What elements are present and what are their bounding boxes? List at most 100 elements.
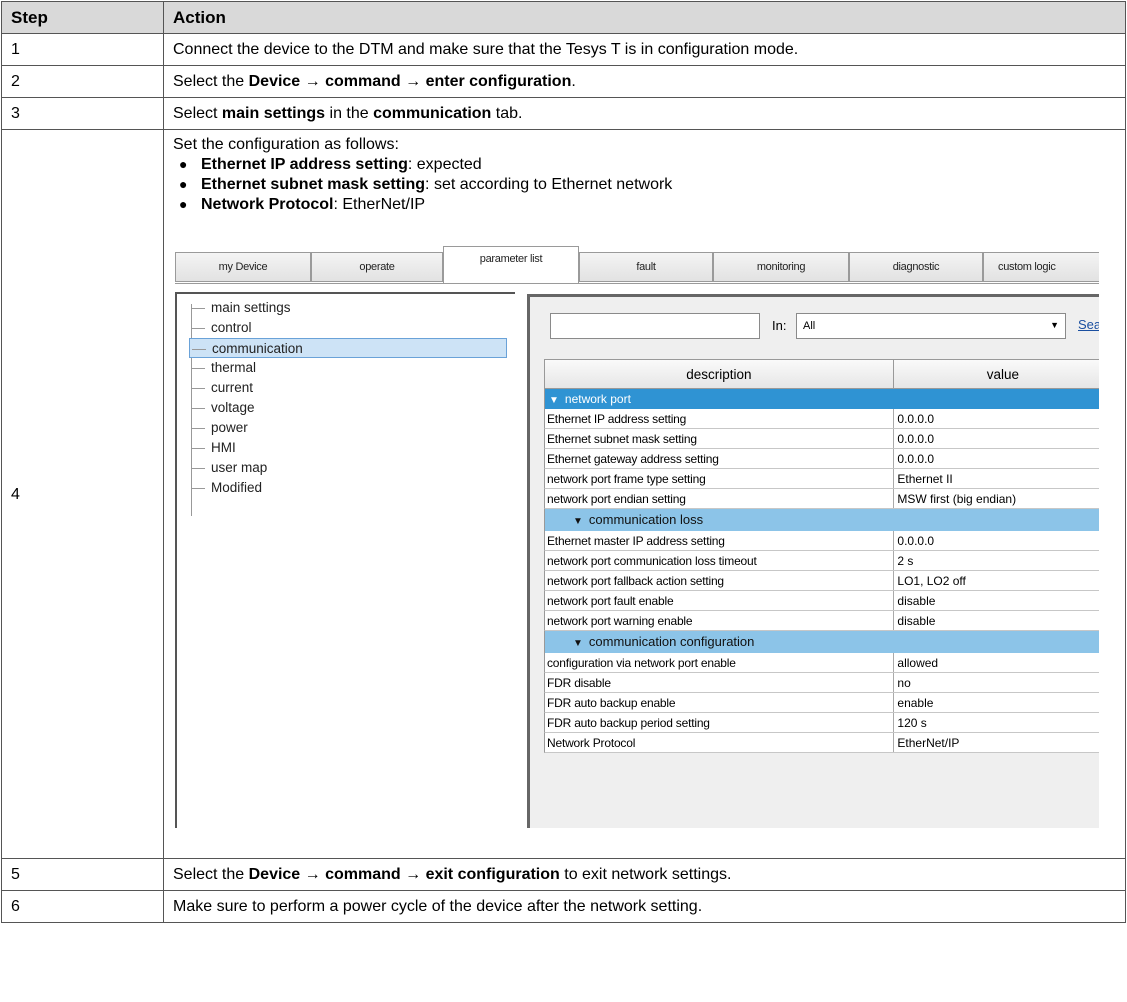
step-intro: Set the configuration as follows: bbox=[173, 136, 399, 153]
parameter-row[interactable]: network port fault enable disable bbox=[544, 591, 1099, 611]
text: Select bbox=[173, 104, 222, 122]
tree-item-voltage[interactable]: voltage bbox=[189, 398, 507, 418]
in-label: In: bbox=[772, 318, 787, 333]
tree-item-modified[interactable]: Modified bbox=[189, 478, 507, 498]
parameter-value[interactable]: 0.0.0.0 bbox=[894, 429, 1099, 448]
tab-parameter-list[interactable]: parameter list bbox=[443, 246, 579, 283]
step-number: 4 bbox=[1, 129, 164, 859]
table-row: 6 Make sure to perform a power cycle of … bbox=[1, 890, 1126, 923]
tree-item-thermal[interactable]: thermal bbox=[189, 358, 507, 378]
table-row: 5 Select the Device → command → exit con… bbox=[1, 858, 1126, 891]
group-network-port[interactable]: ▼ network port bbox=[544, 389, 1099, 409]
step-action: Select main settings in the communicatio… bbox=[163, 97, 1126, 130]
parameter-row[interactable]: FDR auto backup period setting 120 s bbox=[544, 713, 1099, 733]
parameter-row[interactable]: FDR disable no bbox=[544, 673, 1099, 693]
tree-item-main-settings[interactable]: main settings bbox=[189, 298, 507, 318]
parameter-value[interactable]: enable bbox=[894, 693, 1099, 712]
table-row: 4 Set the configuration as follows: Ethe… bbox=[1, 129, 1126, 859]
tab-monitoring[interactable]: monitoring bbox=[713, 252, 849, 282]
text: . bbox=[571, 72, 576, 90]
step-action: Select the Device → command → enter conf… bbox=[163, 65, 1126, 98]
parameter-value[interactable]: 0.0.0.0 bbox=[894, 531, 1099, 550]
bold-term: Network Protocol bbox=[201, 196, 334, 213]
parameter-row[interactable]: network port fallback action setting LO1,… bbox=[544, 571, 1099, 591]
parameter-row[interactable]: network port endian setting MSW first (bi… bbox=[544, 489, 1099, 509]
parameter-row[interactable]: Ethernet IP address setting 0.0.0.0 bbox=[544, 409, 1099, 429]
step-action: Make sure to perform a power cycle of th… bbox=[163, 890, 1126, 923]
text: : EtherNet/IP bbox=[333, 196, 426, 213]
group-label: communication configuration bbox=[588, 634, 755, 649]
parameter-value[interactable]: disable bbox=[894, 591, 1099, 610]
bullet-list: Ethernet IP address setting: expected Et… bbox=[173, 156, 1116, 214]
bold-term: command bbox=[325, 865, 401, 883]
list-item: Network Protocol: EtherNet/IP bbox=[179, 196, 1116, 214]
procedure-table: Step Action 1 Connect the device to the … bbox=[1, 1, 1126, 923]
parameter-description: Network Protocol bbox=[545, 733, 895, 752]
parameter-value[interactable]: 0.0.0.0 bbox=[894, 449, 1099, 468]
column-header-value[interactable]: value bbox=[894, 360, 1099, 388]
tree-item-current[interactable]: current bbox=[189, 378, 507, 398]
chevron-down-icon: ▼ bbox=[1050, 320, 1059, 330]
group-communication-loss[interactable]: ▼ communication loss bbox=[544, 509, 1099, 531]
parameter-row[interactable]: Network Protocol EtherNet/IP bbox=[544, 733, 1099, 753]
parameter-value[interactable]: LO1, LO2 off bbox=[894, 571, 1099, 590]
tab-operate[interactable]: operate bbox=[311, 252, 443, 282]
parameter-description: Ethernet master IP address setting bbox=[545, 531, 895, 550]
tree-item-power[interactable]: power bbox=[189, 418, 507, 438]
arrow: → bbox=[400, 865, 426, 883]
parameter-grid: description value ▼ network port Ethernet… bbox=[544, 359, 1099, 753]
bold-term: enter configuration bbox=[425, 72, 572, 90]
tree-pane: main settings control communication ther… bbox=[175, 292, 515, 828]
parameter-description: network port frame type setting bbox=[545, 469, 895, 488]
parameter-value[interactable]: 0.0.0.0 bbox=[894, 409, 1099, 428]
parameter-row[interactable]: Ethernet subnet mask setting 0.0.0.0 bbox=[544, 429, 1099, 449]
search-input[interactable] bbox=[550, 313, 760, 339]
parameter-value[interactable]: 2 s bbox=[894, 551, 1099, 570]
parameter-value[interactable]: Ethernet II bbox=[894, 469, 1099, 488]
tab-my-device[interactable]: my Device bbox=[175, 252, 311, 282]
step-number: 5 bbox=[1, 858, 164, 891]
table-row: 1 Connect the device to the DTM and make… bbox=[1, 33, 1126, 66]
grid-header: description value bbox=[544, 359, 1099, 389]
parameter-row[interactable]: Ethernet master IP address setting 0.0.0.… bbox=[544, 531, 1099, 551]
bold-term: exit configuration bbox=[425, 865, 560, 883]
parameter-row[interactable]: Ethernet gateway address setting 0.0.0.0 bbox=[544, 449, 1099, 469]
parameter-value[interactable]: MSW first (big endian) bbox=[894, 489, 1099, 508]
tree-item-user-map[interactable]: user map bbox=[189, 458, 507, 478]
parameter-description: network port warning enable bbox=[545, 611, 895, 630]
tree-item-hmi[interactable]: HMI bbox=[189, 438, 507, 458]
tree-item-communication[interactable]: communication bbox=[189, 338, 507, 358]
filter-select[interactable]: All ▼ bbox=[796, 313, 1066, 339]
parameter-row[interactable]: network port warning enable disable bbox=[544, 611, 1099, 631]
parameter-description: network port fallback action setting bbox=[545, 571, 895, 590]
tab-fault[interactable]: fault bbox=[579, 252, 713, 282]
parameter-row[interactable]: network port communication loss timeout 2… bbox=[544, 551, 1099, 571]
parameter-value[interactable]: disable bbox=[894, 611, 1099, 630]
parameter-description: Ethernet subnet mask setting bbox=[545, 429, 895, 448]
expand-triangle-icon: ▼ bbox=[573, 638, 583, 649]
search-link[interactable]: Sea bbox=[1078, 317, 1099, 332]
parameter-value[interactable]: 120 s bbox=[894, 713, 1099, 732]
parameter-description: FDR disable bbox=[545, 673, 895, 692]
parameter-value[interactable]: EtherNet/IP bbox=[894, 733, 1099, 752]
step-number: 1 bbox=[1, 33, 164, 66]
tree-item-control[interactable]: control bbox=[189, 318, 507, 338]
tab-bar: my Device operate parameter list fault m… bbox=[175, 246, 1099, 284]
text: to exit network settings. bbox=[559, 865, 732, 883]
step-number: 3 bbox=[1, 97, 164, 130]
tab-custom-logic[interactable]: custom logic bbox=[983, 252, 1099, 282]
step-number: 2 bbox=[1, 65, 164, 98]
parameter-row[interactable]: network port frame type setting Ethernet … bbox=[544, 469, 1099, 489]
parameter-row[interactable]: configuration via network port enable all… bbox=[544, 653, 1099, 673]
tab-diagnostic[interactable]: diagnostic bbox=[849, 252, 983, 282]
group-communication-configuration[interactable]: ▼ communication configuration bbox=[544, 631, 1099, 653]
parameter-value[interactable]: allowed bbox=[894, 653, 1099, 672]
parameter-row[interactable]: FDR auto backup enable enable bbox=[544, 693, 1099, 713]
column-header-description[interactable]: description bbox=[545, 360, 894, 388]
parameter-description: FDR auto backup enable bbox=[545, 693, 895, 712]
text: in the bbox=[325, 104, 374, 122]
bold-term: Ethernet IP address setting bbox=[201, 156, 408, 173]
header-step: Step bbox=[1, 1, 164, 34]
parameter-value[interactable]: no bbox=[894, 673, 1099, 692]
expand-triangle-icon: ▼ bbox=[573, 516, 583, 527]
